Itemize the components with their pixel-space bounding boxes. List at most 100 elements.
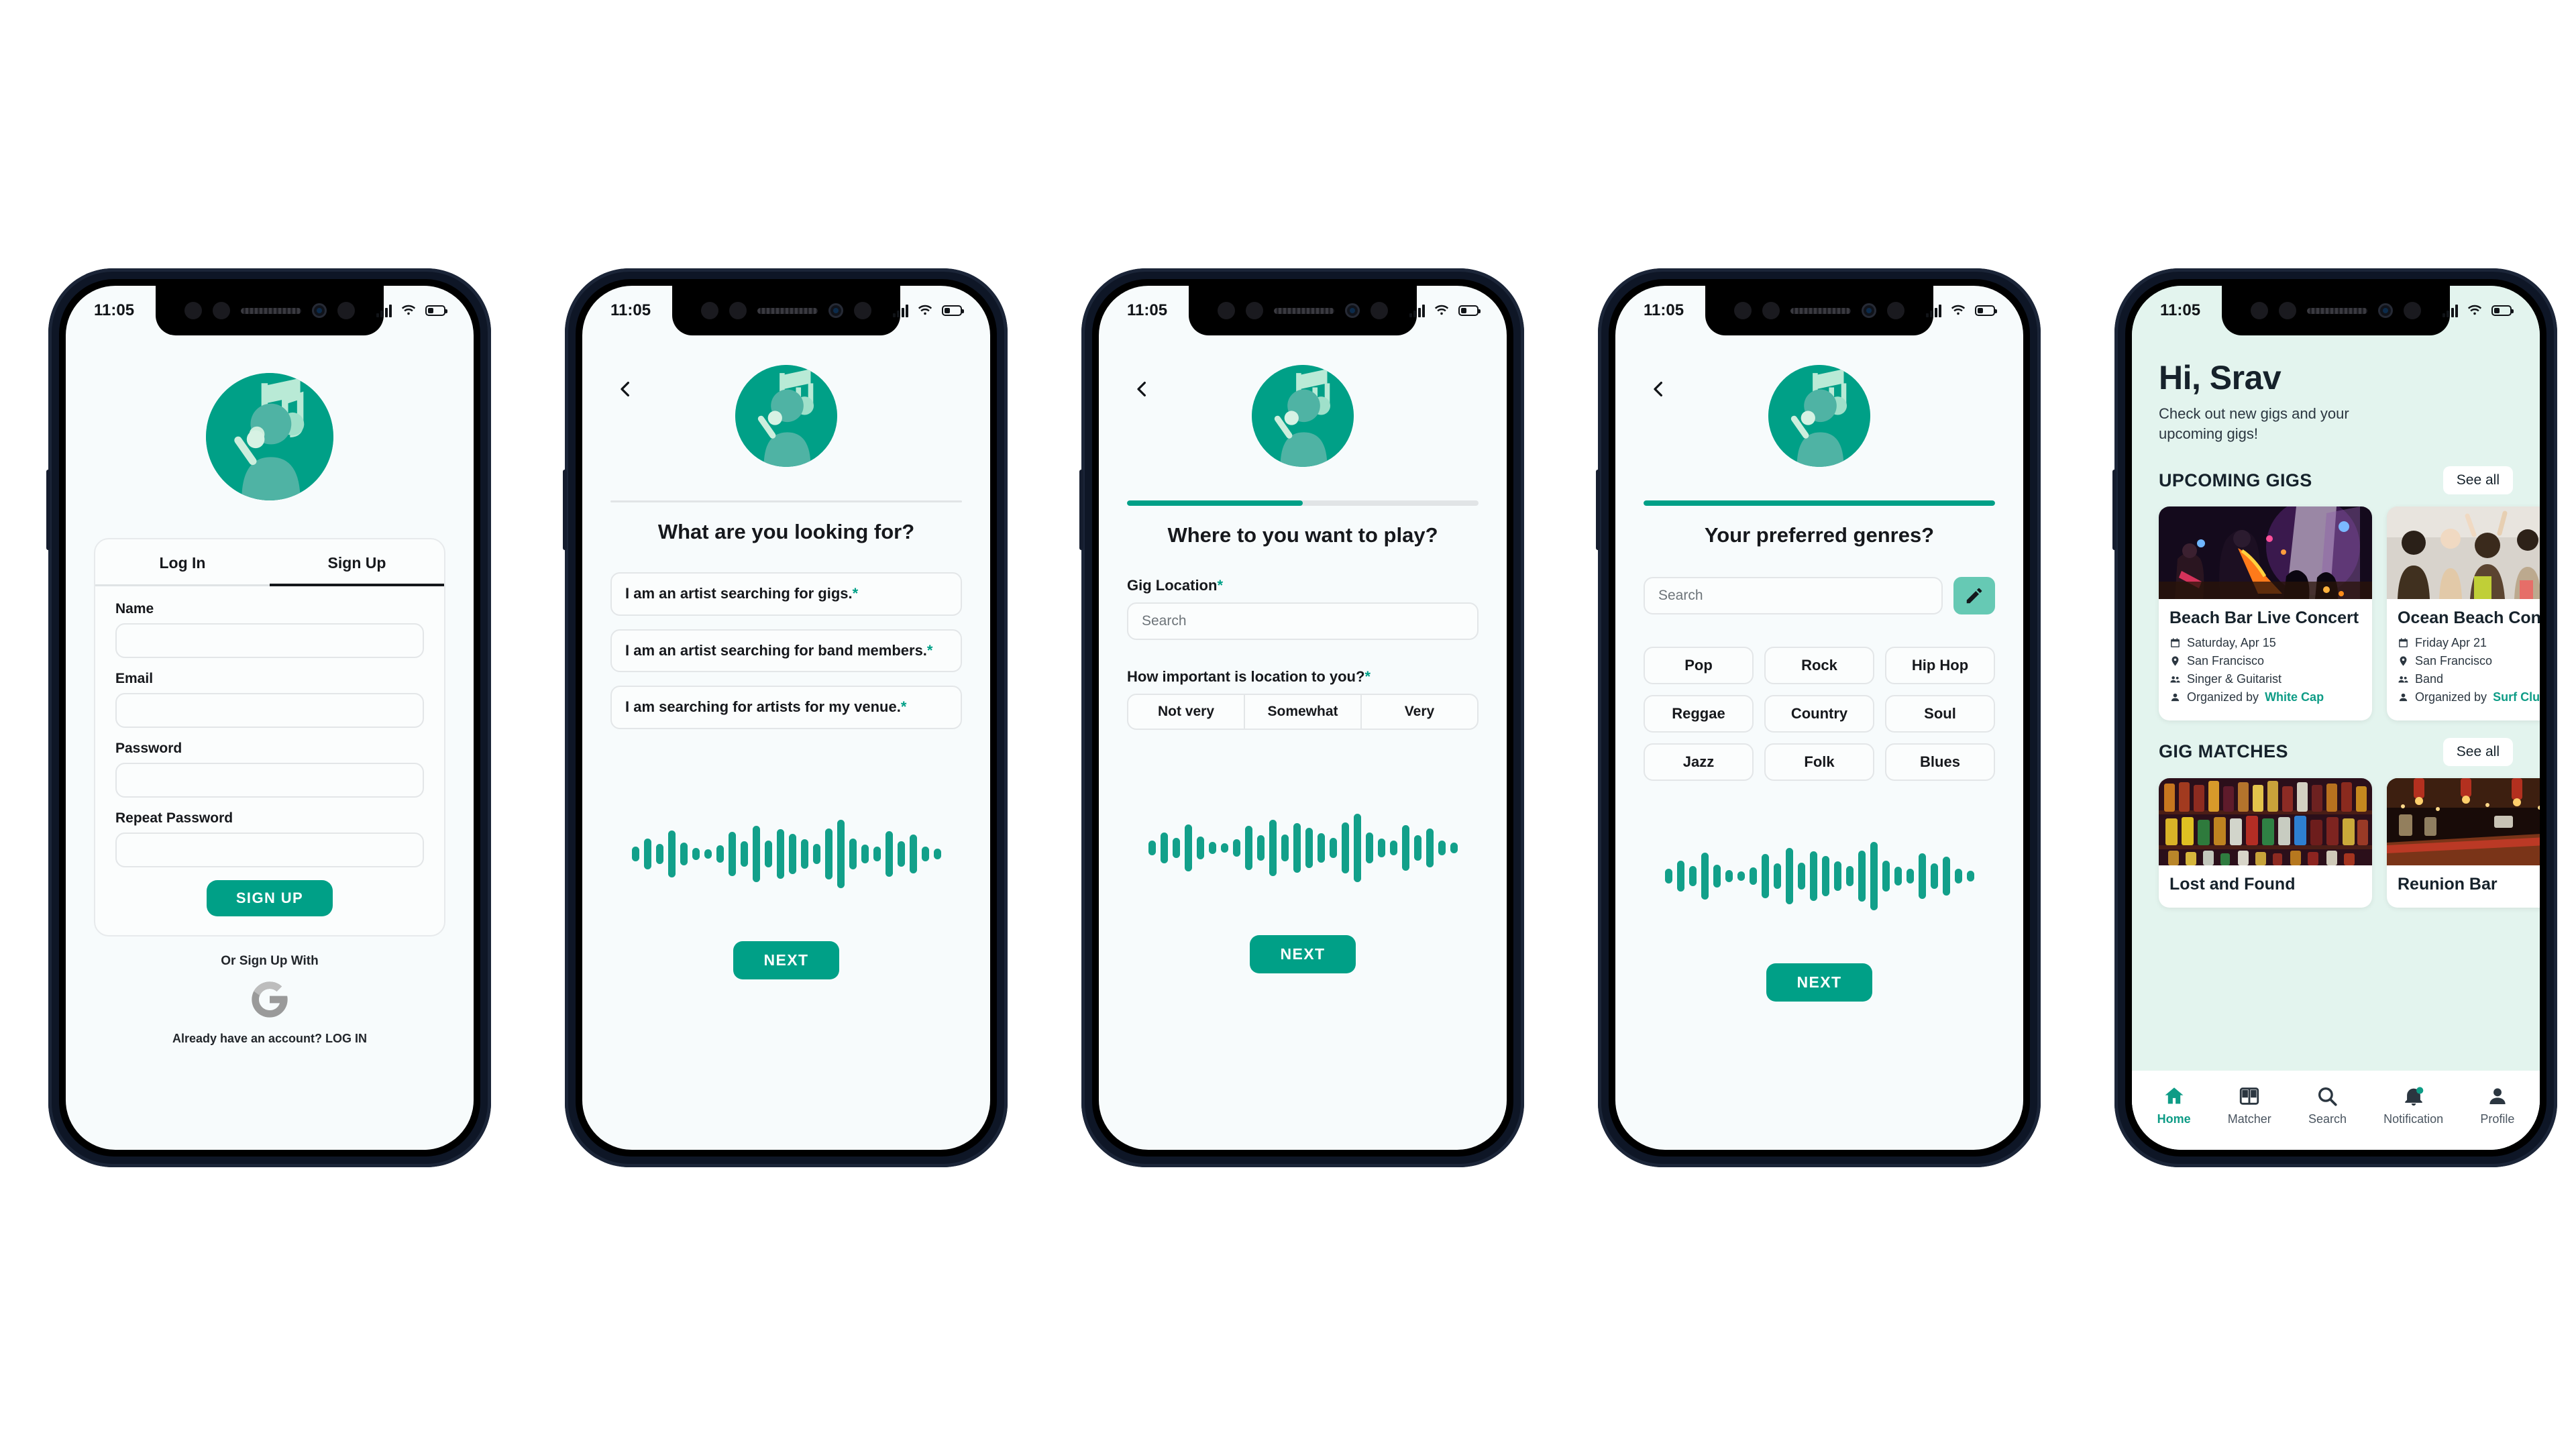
- gig-organizer[interactable]: Surf Club: [2493, 690, 2540, 704]
- gig-location-row: San Francisco: [2398, 654, 2540, 668]
- genre-chip-jazz[interactable]: Jazz: [1644, 743, 1754, 781]
- edit-button[interactable]: [1953, 577, 1995, 614]
- tab-signup[interactable]: Sign Up: [270, 539, 444, 584]
- nav-item-search[interactable]: Search: [2308, 1085, 2347, 1126]
- gig-roles-row: Band: [2398, 672, 2540, 686]
- section-header-gig-matches: GIG MATCHES See all: [2132, 737, 2540, 766]
- waveform-bar: [643, 838, 651, 869]
- waveform-bar: [1317, 833, 1325, 863]
- next-button[interactable]: NEXT: [733, 941, 840, 979]
- greeting-block: Hi, Srav Check out new gigs and your upc…: [2132, 335, 2540, 443]
- waveform-bar: [1160, 833, 1168, 863]
- waveform-bar: [1676, 861, 1684, 892]
- status-icons: [2442, 304, 2514, 317]
- waveform-bar: [824, 828, 833, 879]
- gig-roles: Band: [2415, 672, 2444, 686]
- signup-content: Log In Sign Up Name Email Password Repea…: [66, 286, 474, 1150]
- app-logo-singer-music-note: [1768, 365, 1870, 467]
- see-all-upcoming-gigs-button[interactable]: See all: [2443, 466, 2513, 495]
- label-email: Email: [115, 671, 154, 686]
- gig-location-search-input[interactable]: Search: [1127, 602, 1479, 640]
- gig-thumbnail-concert-stage: [2159, 506, 2372, 600]
- gig-organizer-row: Organized by White Cap: [2169, 690, 2361, 704]
- genre-chip-reggae[interactable]: Reggae: [1644, 695, 1754, 733]
- gig-organizer-prefix: Organized by: [2415, 690, 2487, 704]
- auth-tabs: Log In Sign Up: [95, 539, 444, 586]
- genre-chip-pop[interactable]: Pop: [1644, 647, 1754, 684]
- gig-card[interactable]: Beach Bar Live Concert Saturday, Apr 15 …: [2159, 506, 2372, 720]
- app-logo-singer-music-note: [206, 373, 333, 500]
- gig-card[interactable]: Ocean Beach Concert Friday Apr 21 San Fr…: [2387, 506, 2540, 720]
- waveform-bar: [1365, 833, 1373, 863]
- segment-very[interactable]: Very: [1362, 695, 1477, 729]
- waveform-bar: [1450, 843, 1458, 853]
- audio-waveform: [1099, 788, 1507, 908]
- genre-chip-country[interactable]: Country: [1764, 695, 1874, 733]
- app-logo-singer-music-note: [1252, 365, 1354, 467]
- password-field[interactable]: [115, 763, 424, 798]
- option-label: I am an artist searching for gigs.: [625, 585, 853, 602]
- waveform-bar: [1906, 869, 1914, 883]
- email-field[interactable]: [115, 693, 424, 728]
- status-time: 11:05: [1644, 301, 1684, 319]
- genre-search-input[interactable]: Search: [1644, 577, 1943, 614]
- already-have-account-link[interactable]: Already have an account? LOG IN: [66, 1032, 474, 1046]
- genre-chip-rock[interactable]: Rock: [1764, 647, 1874, 684]
- segment-somewhat[interactable]: Somewhat: [1245, 695, 1362, 729]
- gig-matches-carousel[interactable]: Lost and Found Reunion Bar: [2132, 766, 2540, 908]
- home-content: Hi, Srav Check out new gigs and your upc…: [2132, 286, 2540, 1150]
- waveform-bar: [1401, 825, 1409, 871]
- genre-chip-hip-hop[interactable]: Hip Hop: [1885, 647, 1995, 684]
- signup-button[interactable]: SIGN UP: [206, 880, 333, 916]
- section-title: GIG MATCHES: [2159, 741, 2288, 762]
- option-venue-artists[interactable]: I am searching for artists for my venue.…: [610, 686, 962, 729]
- match-card[interactable]: Reunion Bar: [2387, 777, 2540, 908]
- google-g-icon[interactable]: [248, 978, 291, 1021]
- gig-organizer[interactable]: White Cap: [2265, 690, 2324, 704]
- genre-chip-soul[interactable]: Soul: [1885, 695, 1995, 733]
- nav-item-notification[interactable]: Notification: [2383, 1085, 2443, 1126]
- person-icon: [2489, 1088, 2506, 1105]
- waveform-bar: [704, 849, 712, 859]
- page-title: Where to you want to play?: [1167, 523, 1438, 547]
- see-all-gig-matches-button[interactable]: See all: [2443, 737, 2513, 766]
- next-button[interactable]: NEXT: [1766, 963, 1873, 1002]
- genre-chip-blues[interactable]: Blues: [1885, 743, 1995, 781]
- waveform-bar: [1341, 822, 1349, 873]
- bottom-navigation: Home Matcher Search Notification Profile: [2132, 1071, 2540, 1150]
- name-field[interactable]: [115, 623, 424, 658]
- upcoming-gigs-carousel[interactable]: Beach Bar Live Concert Saturday, Apr 15 …: [2132, 494, 2540, 720]
- status-icons: [376, 304, 447, 317]
- nav-item-profile[interactable]: Profile: [2480, 1085, 2514, 1126]
- page-title: Your preferred genres?: [1704, 523, 1935, 547]
- nav-item-home[interactable]: Home: [2157, 1085, 2191, 1126]
- nav-item-matcher[interactable]: Matcher: [2228, 1085, 2271, 1126]
- onboarding-progress-bar: [1127, 500, 1479, 506]
- status-time: 11:05: [2160, 301, 2201, 319]
- wifi-icon: [918, 305, 932, 315]
- waveform-bar: [1184, 824, 1192, 871]
- gig-organizer-row: Organized by Surf Club: [2398, 690, 2540, 704]
- genre-chip-folk[interactable]: Folk: [1764, 743, 1874, 781]
- repeat-password-field[interactable]: [115, 833, 424, 867]
- match-thumbnail-bar-bottles: [2159, 777, 2372, 865]
- gig-roles: Singer & Guitarist: [2187, 672, 2282, 686]
- segment-not-very[interactable]: Not very: [1128, 695, 1245, 729]
- waveform-bar: [1232, 839, 1240, 857]
- app-logo-singer-music-note: [735, 365, 837, 467]
- match-title: Reunion Bar: [2398, 874, 2498, 894]
- waveform-bar: [812, 843, 820, 864]
- signal-bars-icon: [1409, 304, 1425, 317]
- wifi-icon: [1434, 305, 1449, 315]
- waveform-bar: [692, 847, 700, 860]
- match-title: Lost and Found: [2169, 874, 2296, 894]
- page-title: Hi, Srav: [2159, 359, 2282, 396]
- tab-login[interactable]: Log In: [95, 539, 270, 584]
- match-card[interactable]: Lost and Found: [2159, 777, 2372, 908]
- option-artist-band-members[interactable]: I am an artist searching for band member…: [610, 629, 962, 673]
- waveform-bar: [1785, 848, 1793, 904]
- next-button[interactable]: NEXT: [1249, 935, 1356, 973]
- waveform-bar: [1833, 861, 1841, 891]
- option-artist-gigs[interactable]: I am an artist searching for gigs.*: [610, 572, 962, 616]
- gig-location: San Francisco: [2415, 653, 2493, 667]
